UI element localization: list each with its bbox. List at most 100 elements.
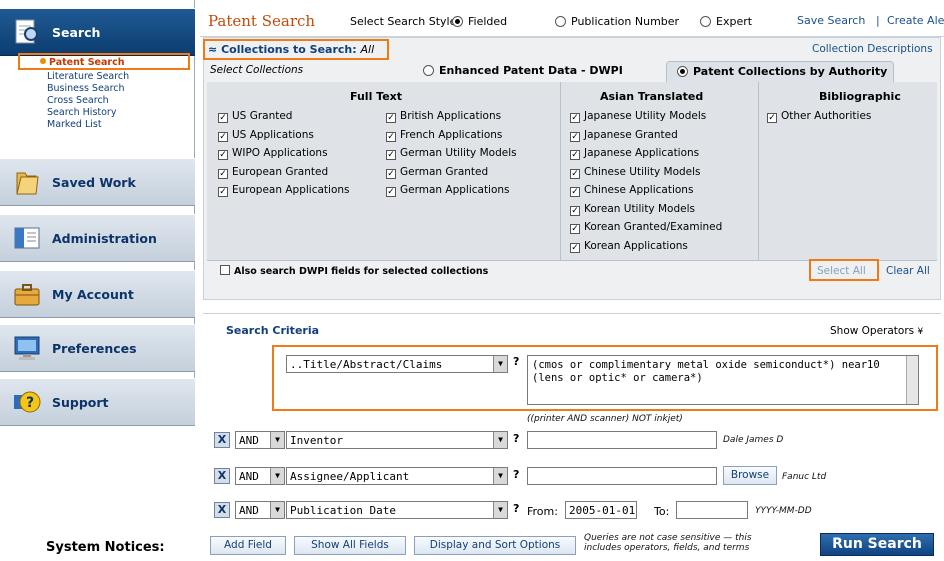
admin-list-icon <box>14 227 40 249</box>
help-icon[interactable]: ? <box>513 355 519 368</box>
collection-descriptions-link[interactable]: Collection Descriptions <box>812 43 933 55</box>
display-sort-options-button[interactable]: Display and Sort Options <box>414 536 576 555</box>
checkbox-checked-icon: ✓ <box>570 150 580 160</box>
field-select-1[interactable]: ..Title/Abstract/Claims ▼ <box>286 355 508 373</box>
collection-checkbox[interactable]: ✓ US Granted <box>218 110 292 123</box>
nav-administration[interactable]: Administration <box>0 214 195 262</box>
collection-checkbox[interactable]: ✓ WIPO Applications <box>218 147 328 160</box>
checkbox-checked-icon: ✓ <box>218 187 228 197</box>
checkbox-checked-icon: ✓ <box>386 187 396 197</box>
dropdown-arrow-icon: ▼ <box>270 468 284 484</box>
collection-checkbox[interactable]: ✓ Japanese Granted <box>570 129 678 142</box>
case-note-line1: Queries are not case sensitive — this <box>584 533 752 543</box>
dwpi-fields-checkbox[interactable]: Also search DWPI fields for selected col… <box>220 265 488 277</box>
add-field-button[interactable]: Add Field <box>210 536 286 555</box>
dropdown-arrow-icon: ▼ <box>493 356 507 372</box>
nav-preferences[interactable]: Preferences <box>0 324 195 372</box>
collection-checkbox[interactable]: ✓ Japanese Applications <box>570 147 699 160</box>
inventor-input[interactable] <box>527 431 717 449</box>
save-search-link[interactable]: Save Search <box>797 14 865 27</box>
field-select-3[interactable]: Assignee/Applicant ▼ <box>286 467 508 485</box>
sidebar-link-literature-search[interactable]: Literature Search <box>47 71 129 82</box>
sidebar-link-cross-search[interactable]: Cross Search <box>47 95 109 106</box>
grid-divider <box>560 82 561 260</box>
collection-checkbox[interactable]: ✓ Korean Granted/Examined <box>570 221 722 234</box>
browse-button[interactable]: Browse <box>723 466 777 485</box>
collection-checkbox[interactable]: ✓ Chinese Utility Models <box>570 166 701 179</box>
date-from-input[interactable]: 2005-01-01 <box>565 501 637 519</box>
remove-row-button[interactable]: X <box>214 468 230 484</box>
nav-saved-work[interactable]: Saved Work <box>0 158 195 206</box>
collection-checkbox[interactable]: ✓ Korean Applications <box>570 240 688 253</box>
collection-label: French Applications <box>400 128 503 141</box>
case-note-line2: includes operators, fields, and terms <box>584 543 750 553</box>
briefcase-icon <box>14 284 40 306</box>
checkbox-checked-icon: ✓ <box>570 242 580 253</box>
style-fielded[interactable]: Fielded <box>452 15 507 28</box>
collection-label: Other Authorities <box>781 110 872 122</box>
collection-checkbox[interactable]: ✓ Other Authorities <box>767 110 871 123</box>
remove-row-button[interactable]: X <box>214 432 230 448</box>
textarea-scrollbar[interactable] <box>906 356 918 404</box>
query-textarea[interactable]: (cmos or complimentary metal oxide semic… <box>527 355 919 405</box>
operator-select-4[interactable]: AND ▼ <box>235 501 285 519</box>
sidebar-link-search-history[interactable]: Search History <box>47 107 116 118</box>
dropdown-arrow-icon: ▼ <box>493 432 507 448</box>
tab-enhanced-dwpi[interactable]: Enhanced Patent Data - DWPI <box>423 64 623 77</box>
clear-all-button[interactable]: Clear All <box>886 265 930 277</box>
tab-authority-label: Patent Collections by Authority <box>693 65 888 78</box>
field-select-4-value: Publication Date <box>290 504 396 517</box>
create-alert-link[interactable]: Create Ale <box>887 14 944 27</box>
operator-select-3[interactable]: AND ▼ <box>235 467 285 485</box>
sidebar-link-marked-list[interactable]: Marked List <box>47 119 102 130</box>
operator-select-4-value: AND <box>239 504 259 517</box>
search-document-icon <box>15 19 42 45</box>
operator-select-2[interactable]: AND ▼ <box>235 431 285 449</box>
assignee-input[interactable] <box>527 467 717 485</box>
select-collections-label: Select Collections <box>210 64 304 76</box>
date-to-input[interactable] <box>676 501 748 519</box>
sidebar-link-business-search[interactable]: Business Search <box>47 83 125 94</box>
style-expert[interactable]: Expert <box>700 15 752 28</box>
nav-support[interactable]: ? Support <box>0 378 195 426</box>
help-icon[interactable]: ? <box>513 432 519 445</box>
collection-checkbox[interactable]: ✓ German Granted <box>386 166 488 179</box>
collection-label: US Applications <box>232 128 314 141</box>
highlight-select-all <box>809 259 879 281</box>
collection-checkbox[interactable]: ✓ Korean Utility Models <box>570 203 695 216</box>
remove-row-button[interactable]: X <box>214 502 230 518</box>
collection-checkbox[interactable]: ✓ German Utility Models <box>386 147 517 160</box>
field-select-4[interactable]: Publication Date ▼ <box>286 501 508 519</box>
nav-my-account[interactable]: My Account <box>0 270 195 318</box>
collection-label: Chinese Applications <box>584 184 694 196</box>
collection-checkbox[interactable]: ✓ European Applications <box>218 184 350 197</box>
collection-label: European Granted <box>232 165 329 178</box>
show-all-fields-button[interactable]: Show All Fields <box>294 536 406 555</box>
collection-label: Japanese Granted <box>584 128 678 141</box>
group-asian-translated: Asian Translated <box>600 90 704 103</box>
nav-search[interactable]: Search <box>0 8 195 56</box>
checkbox-checked-icon: ✓ <box>386 150 396 160</box>
operator-select-3-value: AND <box>239 470 259 483</box>
collection-checkbox[interactable]: ✓ US Applications <box>218 129 314 142</box>
checkbox-checked-icon: ✓ <box>570 205 580 216</box>
folder-icon <box>16 172 39 195</box>
field-select-2[interactable]: Inventor ▼ <box>286 431 508 449</box>
help-icon[interactable]: ? <box>513 468 519 481</box>
collection-checkbox[interactable]: ✓ European Granted <box>218 166 328 179</box>
radio-icon <box>555 16 566 27</box>
collection-checkbox[interactable]: ✓ German Applications <box>386 184 510 197</box>
group-bibliographic: Bibliographic <box>819 90 901 103</box>
radio-icon <box>423 65 434 76</box>
run-search-button[interactable]: Run Search <box>820 533 934 556</box>
show-operators-toggle[interactable]: Show Operators ¥ <box>830 325 923 337</box>
collection-checkbox[interactable]: ✓ French Applications <box>386 129 502 142</box>
collection-checkbox[interactable]: ✓ British Applications <box>386 110 501 123</box>
collection-checkbox[interactable]: ✓ Chinese Applications <box>570 184 693 197</box>
help-icon[interactable]: ? <box>513 502 519 515</box>
tab-authority[interactable]: Patent Collections by Authority <box>677 65 887 78</box>
style-publication-number[interactable]: Publication Number <box>555 15 679 28</box>
header-separator: | <box>876 14 880 27</box>
nav-preferences-label: Preferences <box>52 341 137 356</box>
collection-checkbox[interactable]: ✓ Japanese Utility Models <box>570 110 706 123</box>
